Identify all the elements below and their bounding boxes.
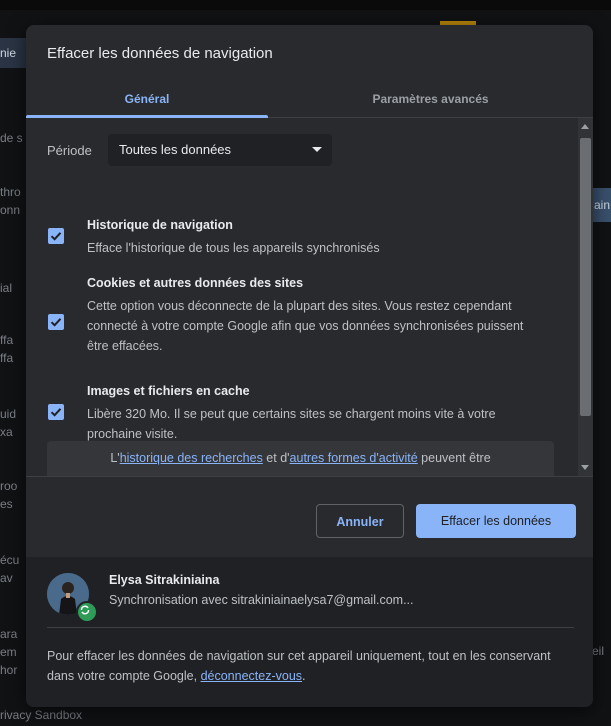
cached-images-checkbox[interactable] (48, 404, 64, 420)
bg-text: thro (0, 185, 21, 199)
bg-text: av (0, 571, 13, 585)
browsing-history-checkbox[interactable] (48, 228, 64, 244)
sync-icon (76, 601, 98, 623)
scroll-down-arrow-icon[interactable] (581, 465, 589, 470)
bg-text: eil (592, 644, 605, 658)
cookies-checkbox[interactable] (48, 314, 64, 330)
account-sync-status: Synchronisation avec sitrakiniainaelysa7… (109, 593, 414, 607)
bg-text: roo (0, 479, 18, 493)
notice-text: peuvent être (417, 451, 491, 465)
bg-text: es (0, 497, 13, 511)
checkmark-icon (50, 318, 62, 327)
scroll-up-arrow-icon[interactable] (581, 124, 589, 129)
activity-notice: L'historique des recherches et d'autres … (47, 441, 554, 476)
checkmark-icon (50, 232, 62, 241)
option-title: Images et fichiers en cache (87, 384, 250, 398)
clear-browsing-data-dialog: Effacer les données de navigation Généra… (26, 25, 593, 707)
bg-text: écu (0, 553, 20, 567)
option-description: Cette option vous déconnecte de la plupa… (87, 299, 524, 353)
dialog-title: Effacer les données de navigation (47, 45, 273, 62)
bg-privacy-sandbox-link: rivacy Sandbox (0, 708, 83, 722)
notice-text: et d' (262, 451, 290, 465)
bg-text: ffa (0, 333, 14, 347)
bg-text: hor (0, 663, 18, 677)
sign-out-link[interactable]: déconnectez-vous (201, 669, 302, 683)
divider (26, 476, 593, 477)
period-select-value: Toutes les données (119, 142, 232, 157)
dropdown-arrow-icon (312, 147, 322, 152)
option-title: Cookies et autres données des sites (87, 276, 304, 290)
option-description: Libère 320 Mo. Il se peut que certains s… (87, 407, 496, 441)
bg-right-button: ain (592, 188, 611, 222)
content-scrollbar[interactable] (578, 118, 593, 476)
divider (47, 627, 574, 628)
notice-text: L' (110, 451, 120, 465)
note-text: . (302, 669, 306, 683)
bg-text: em (0, 645, 17, 659)
browser-top-bar (0, 0, 611, 10)
bg-text: ffa (0, 351, 14, 365)
option-description: Efface l'historique de tous les appareil… (87, 241, 380, 255)
bg-text: onn (0, 203, 21, 217)
account-name: Elysa Sitrakiniaina (109, 573, 220, 587)
cancel-button[interactable]: Annuler (316, 504, 404, 538)
period-label: Période (47, 143, 92, 158)
dialog-content: Période Toutes les données Historique de… (26, 118, 578, 476)
option-title: Historique de navigation (87, 218, 233, 232)
tab-general[interactable]: Général (26, 81, 268, 118)
bg-text: uid (0, 407, 17, 421)
bg-text: nie (0, 46, 17, 60)
other-activity-link[interactable]: autres formes d'activité (290, 451, 418, 465)
bg-text: de s (0, 131, 23, 145)
tab-advanced-settings[interactable]: Paramètres avancés (268, 81, 593, 117)
checkmark-icon (50, 408, 62, 417)
tab-bar: Général Paramètres avancés (26, 81, 593, 118)
scrollbar-thumb[interactable] (580, 138, 591, 416)
bg-text: ial (0, 281, 13, 295)
bg-text: xa (0, 425, 13, 439)
clear-data-button[interactable]: Effacer les données (416, 504, 576, 538)
search-history-link[interactable]: historique des recherches (120, 451, 263, 465)
account-section: Elysa Sitrakiniaina Synchronisation avec… (26, 557, 593, 707)
bg-text: ara (0, 627, 18, 641)
sign-out-note: Pour effacer les données de navigation s… (47, 646, 577, 686)
period-select[interactable]: Toutes les données (108, 134, 332, 166)
